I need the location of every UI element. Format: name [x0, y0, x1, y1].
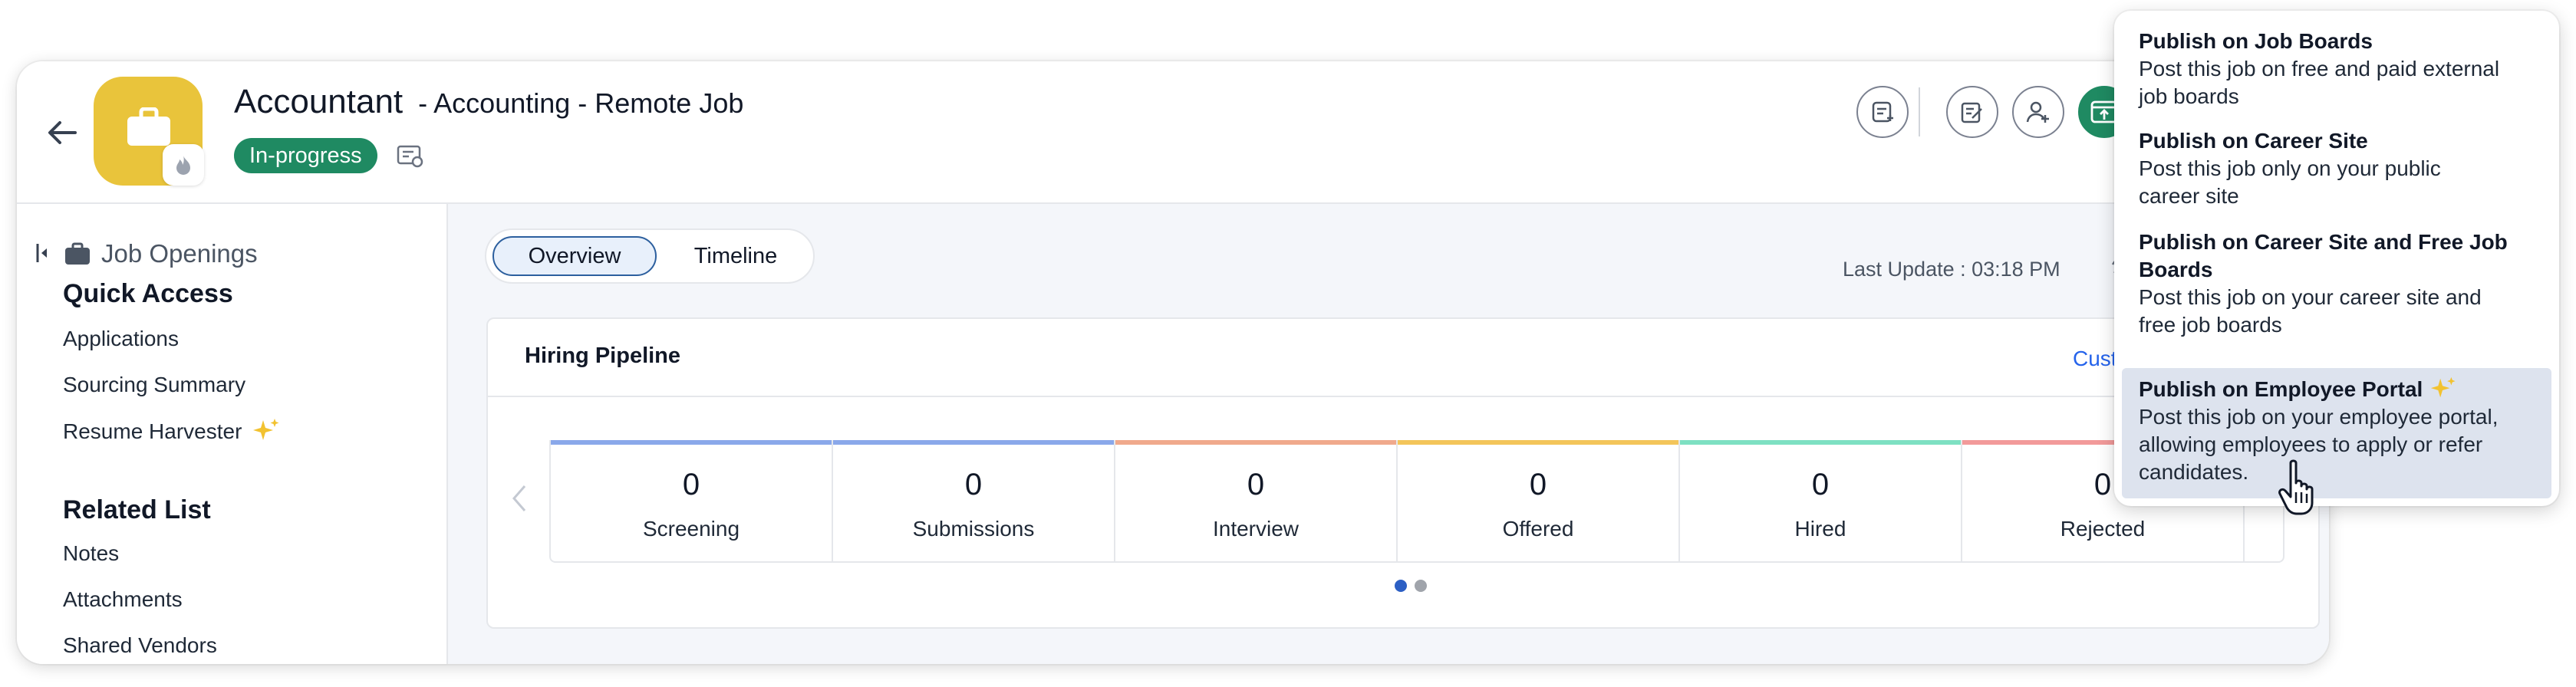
- stage-count: 0: [1811, 468, 1830, 501]
- publish-dropdown-menu: Publish on Job Boards Post this job on f…: [2114, 11, 2559, 506]
- assign-candidate-button[interactable]: [2012, 86, 2064, 138]
- status-badge[interactable]: In-progress: [234, 138, 377, 173]
- stage-label: Offered: [1502, 517, 1574, 541]
- job-openings-link[interactable]: Job Openings: [64, 239, 258, 268]
- flame-icon: [176, 156, 190, 175]
- pipeline-stage[interactable]: 0 Screening: [551, 440, 833, 561]
- menu-item-publish-job-boards[interactable]: Publish on Job Boards Post this job on f…: [2122, 28, 2551, 110]
- stage-count: 0: [964, 468, 983, 501]
- view-tabs: Overview Timeline: [485, 228, 815, 284]
- stage-color-bar: [551, 440, 832, 445]
- sparkle-icon: [253, 419, 279, 440]
- back-arrow-icon[interactable]: [44, 115, 80, 150]
- sidebar-item-attachments[interactable]: Attachments: [63, 587, 183, 612]
- header-separator: [1919, 87, 1920, 136]
- stage-count: 0: [682, 468, 700, 501]
- body-area: Job Openings Quick Access Applications S…: [17, 202, 2329, 664]
- stage-label: Hired: [1794, 517, 1846, 541]
- chevron-left-icon[interactable]: [511, 483, 528, 514]
- hiring-pipeline-card: Hiring Pipeline Custom 0 Screening 0 Submis…: [486, 317, 2320, 629]
- sparkle-icon: [2431, 376, 2456, 398]
- briefcase-icon: [65, 242, 90, 265]
- tab-timeline[interactable]: Timeline: [663, 236, 809, 276]
- tab-overview[interactable]: Overview: [492, 236, 657, 276]
- pipeline-title: Hiring Pipeline: [525, 344, 681, 368]
- sidebar: Job Openings Quick Access Applications S…: [17, 204, 448, 664]
- job-header: Accountant - Accounting - Remote Job In-…: [17, 61, 2329, 202]
- title-row: Accountant - Accounting - Remote Job: [234, 83, 743, 121]
- pipeline-stage[interactable]: 0 Submissions: [833, 440, 1115, 561]
- menu-item-publish-career-site[interactable]: Publish on Career Site Post this job onl…: [2122, 127, 2551, 210]
- job-title: Accountant: [234, 83, 404, 120]
- job-subtitle: - Accounting - Remote Job: [418, 87, 744, 119]
- add-user-icon: [2026, 101, 2049, 123]
- stage-color-bar: [833, 440, 1114, 445]
- add-note-button[interactable]: [1856, 86, 1909, 138]
- carousel-dot[interactable]: [1415, 580, 1427, 592]
- pipeline-stage[interactable]: 0 Interview: [1115, 440, 1398, 561]
- pipeline-stage[interactable]: 0 Hired: [1680, 440, 1962, 561]
- stage-label: Rejected: [2060, 517, 2146, 541]
- menu-item-publish-employee-portal[interactable]: Publish on Employee Portal Post this job…: [2122, 368, 2551, 498]
- stage-color-bar: [1115, 440, 1396, 445]
- edit-icon: [1961, 102, 1982, 123]
- stage-color-bar: [1398, 440, 1678, 445]
- edit-button[interactable]: [1946, 86, 1998, 138]
- sidebar-item-sourcing-summary[interactable]: Sourcing Summary: [63, 373, 245, 397]
- cursor-hand-icon: [2278, 459, 2314, 515]
- status-row: In-progress: [234, 138, 425, 173]
- menu-item-publish-career-site-free-boards[interactable]: Publish on Career Site and Free Job Boar…: [2122, 228, 2551, 339]
- stage-count: 0: [1529, 468, 1547, 501]
- pipeline-stage[interactable]: 0 Offered: [1398, 440, 1680, 561]
- flame-badge: [163, 144, 204, 186]
- carousel-dots: [1395, 580, 1427, 592]
- sidebar-item-applications[interactable]: Applications: [63, 327, 179, 351]
- carousel-dot-active[interactable]: [1395, 580, 1407, 592]
- pipeline-divider: [488, 396, 2318, 397]
- sidebar-item-resume-harvester[interactable]: Resume Harvester: [63, 417, 280, 446]
- job-openings-label: Job Openings: [101, 239, 258, 268]
- stage-count: 0: [1247, 468, 1265, 501]
- related-list-heading: Related List: [63, 495, 211, 524]
- quick-access-heading: Quick Access: [63, 279, 233, 308]
- pipeline-stages: 0 Screening 0 Submissions 0 Interview 0 Offered…: [549, 440, 2284, 563]
- stage-label: Submissions: [912, 517, 1035, 541]
- collapse-sidebar-icon[interactable]: [35, 242, 49, 264]
- stage-label: Screening: [642, 517, 740, 541]
- stage-color-bar: [1680, 440, 1961, 445]
- job-detail-card: Accountant - Accounting - Remote Job In-…: [17, 61, 2329, 664]
- last-update-text: Last Update : 03:18 PM: [1843, 258, 2060, 281]
- sidebar-item-shared-vendors[interactable]: Shared Vendors: [63, 633, 217, 658]
- status-history-icon[interactable]: [394, 140, 425, 171]
- briefcase-icon: [127, 107, 170, 146]
- sidebar-item-notes[interactable]: Notes: [63, 541, 119, 566]
- note-icon: [1872, 101, 1893, 123]
- stage-label: Interview: [1212, 517, 1300, 541]
